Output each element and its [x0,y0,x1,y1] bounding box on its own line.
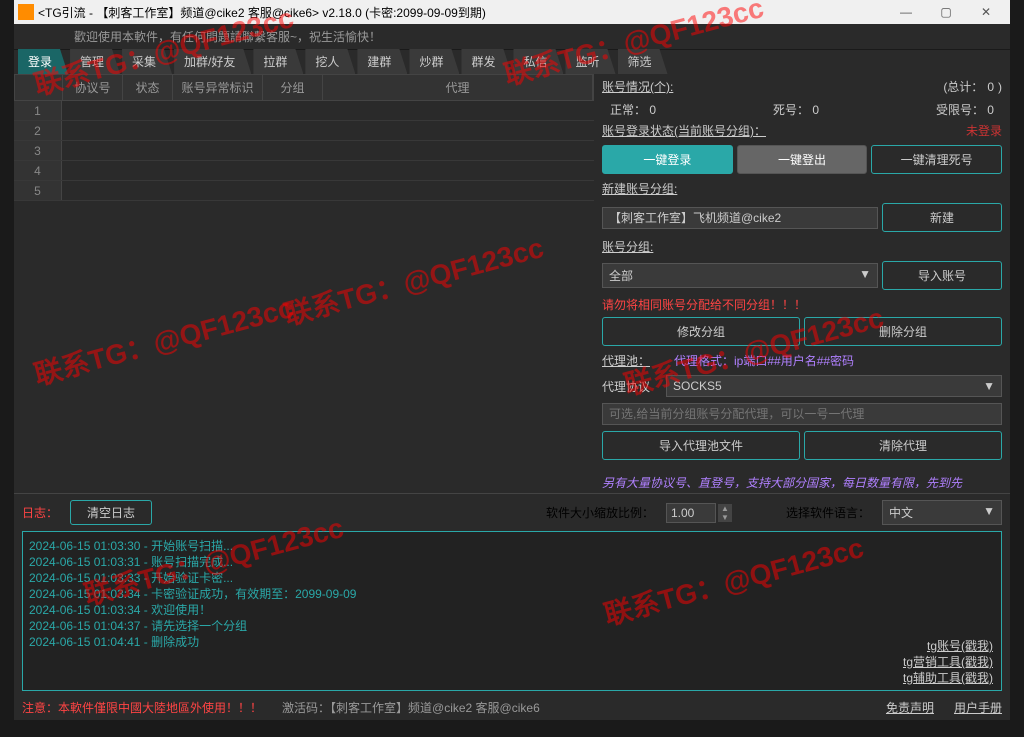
tab-frygroup[interactable]: 炒群 [409,49,459,74]
link-assist[interactable]: tg辅助工具(戳我) [903,670,993,686]
log-line: 2024-06-15 01:03:34 - 欢迎使用！ [29,602,995,618]
mid-toolbar: 日志： 清空日志 软件大小缩放比例： ▲▼ 选择软件语言： 中文 ▼ [14,493,1010,531]
status-label: 账号情况(个): [602,78,673,95]
tab-login[interactable]: 登录 [18,49,68,74]
login-button[interactable]: 一键登录 [602,145,733,174]
log-line: 2024-06-15 01:03:31 - 账号扫描完成... [29,554,995,570]
activation-value: 【刺客工作室】频道@cike2 客服@cike6 [330,701,540,715]
activation-label: 激活码： [282,701,330,715]
disclaimer-link[interactable]: 免责声明 [886,699,934,716]
table-row[interactable]: 4 [14,161,594,181]
promo-text: 另有大量协议号、直登号，支持大部分国家，每日数量有限，先到先得！！！ [602,474,1002,493]
tab-mass[interactable]: 群发 [461,49,511,74]
tab-monitor[interactable]: 监听 [565,49,615,74]
dead-label: 死号： [773,103,809,117]
log-label: 日志： [22,504,58,521]
link-account[interactable]: tg账号(戳我) [903,638,993,654]
log-line: 2024-06-15 01:04:37 - 请先选择一个分组 [29,618,995,634]
total-value: 0 [987,80,994,94]
zoom-up-icon[interactable]: ▲ [718,504,732,513]
tab-manage[interactable]: 管理 [70,49,120,74]
link-marketing[interactable]: tg营销工具(戳我) [903,654,993,670]
log-line: 2024-06-15 01:03:34 - 卡密验证成功，有效期至：2099-0… [29,586,995,602]
col-abnormal: 账号异常标识 [173,75,263,100]
newgroup-input[interactable] [602,207,878,229]
log-line: 2024-06-15 01:03:33 - 开始验证卡密... [29,570,995,586]
tab-dig[interactable]: 挖人 [305,49,355,74]
tab-buildgroup[interactable]: 建群 [357,49,407,74]
col-status: 状态 [123,75,173,100]
table-row[interactable]: 2 [14,121,594,141]
group-label: 账号分组: [602,238,653,255]
login-state-value: 未登录 [966,122,1002,139]
tab-addgroup[interactable]: 加群/好友 [174,49,251,74]
log-area: 2024-06-15 01:03:30 - 开始账号扫描... 2024-06-… [22,531,1002,691]
footer-warning: 注意：本軟件僅限中國大陸地區外使用！！！ [22,699,262,716]
minimize-button[interactable]: — [886,5,926,19]
tab-collect[interactable]: 采集 [122,49,172,74]
clear-log-button[interactable]: 清空日志 [70,500,152,525]
proxy-hint: 代理格式：ip端口##用户名##密码 [674,352,854,369]
tab-filter[interactable]: 筛选 [618,49,668,74]
log-line: 2024-06-15 01:04:41 - 删除成功 [29,634,995,650]
normal-value: 0 [649,103,656,117]
newgroup-label: 新建账号分组: [602,180,677,197]
proxy-input[interactable] [602,403,1002,425]
manual-link[interactable]: 用户手册 [954,699,1002,716]
group-select[interactable]: 全部 ▼ [602,263,878,288]
log-line: 2024-06-15 01:03:30 - 开始账号扫描... [29,538,995,554]
dead-value: 0 [812,103,819,117]
tab-pullgroup[interactable]: 拉群 [253,49,303,74]
titlebar: <TG引流 - 【刺客工作室】频道@cike2 客服@cike6> v2.18.… [14,0,1010,24]
proxy-proto-label: 代理协议 [602,378,662,395]
warning-text: 请勿将相同账号分配给不同分组！！！ [602,296,1002,313]
delete-group-button[interactable]: 删除分组 [804,317,1002,346]
limit-value: 0 [987,103,994,117]
modify-group-button[interactable]: 修改分组 [602,317,800,346]
clear-proxy-button[interactable]: 清除代理 [804,431,1002,460]
proxy-proto-select[interactable]: SOCKS5 ▼ [666,375,1002,397]
lang-select[interactable]: 中文 ▼ [882,500,1002,525]
lang-label: 选择软件语言： [786,504,870,521]
import-proxy-button[interactable]: 导入代理池文件 [602,431,800,460]
table-row[interactable]: 5 [14,181,594,201]
newgroup-button[interactable]: 新建 [882,203,1002,232]
table-row[interactable]: 1 [14,101,594,121]
welcome-text: 歡迎使用本軟件，有任何問題請聯繫客服~，祝生活愉快！ [14,24,1010,50]
col-protocol: 协议号 [63,75,123,100]
maximize-button[interactable]: ▢ [926,5,966,19]
clean-dead-button[interactable]: 一键清理死号 [871,145,1002,174]
main-window: <TG引流 - 【刺客工作室】频道@cike2 客服@cike6> v2.18.… [14,0,1010,720]
table-row[interactable]: 3 [14,141,594,161]
col-proxy: 代理 [323,75,593,100]
app-icon [18,4,34,20]
close-button[interactable]: ✕ [966,5,1006,19]
tab-dm[interactable]: 私信 [513,49,563,74]
zoom-label: 软件大小缩放比例： [546,504,654,521]
normal-label: 正常： [610,103,646,117]
zoom-spinner[interactable]: ▲▼ [666,503,732,523]
promo-links: tg账号(戳我) tg营销工具(戳我) tg辅助工具(戳我) [903,638,993,686]
limit-label: 受限号： [936,103,984,117]
login-state-label: 账号登录状态(当前账号分组)： [602,122,766,139]
account-table-panel: 协议号 状态 账号异常标识 分组 代理 1 2 3 4 5 [14,74,594,493]
import-account-button[interactable]: 导入账号 [882,261,1002,290]
proxy-label: 代理池： [602,352,650,369]
total-label: (总计： [943,78,983,95]
control-panel: 账号情况(个): (总计： 0 ) 正常： 0 死号： 0 受限号： 0 账号登… [594,74,1010,493]
tab-bar: 登录 管理 采集 加群/好友 拉群 挖人 建群 炒群 群发 私信 监听 筛选 [14,50,1010,74]
window-title: <TG引流 - 【刺客工作室】频道@cike2 客服@cike6> v2.18.… [38,4,886,21]
col-group: 分组 [263,75,323,100]
zoom-input[interactable] [666,503,716,523]
table-header: 协议号 状态 账号异常标识 分组 代理 [14,74,594,101]
zoom-down-icon[interactable]: ▼ [718,513,732,522]
footer: 注意：本軟件僅限中國大陸地區外使用！！！ 激活码：【刺客工作室】频道@cike2… [14,695,1010,720]
logout-button[interactable]: 一键登出 [737,145,868,174]
